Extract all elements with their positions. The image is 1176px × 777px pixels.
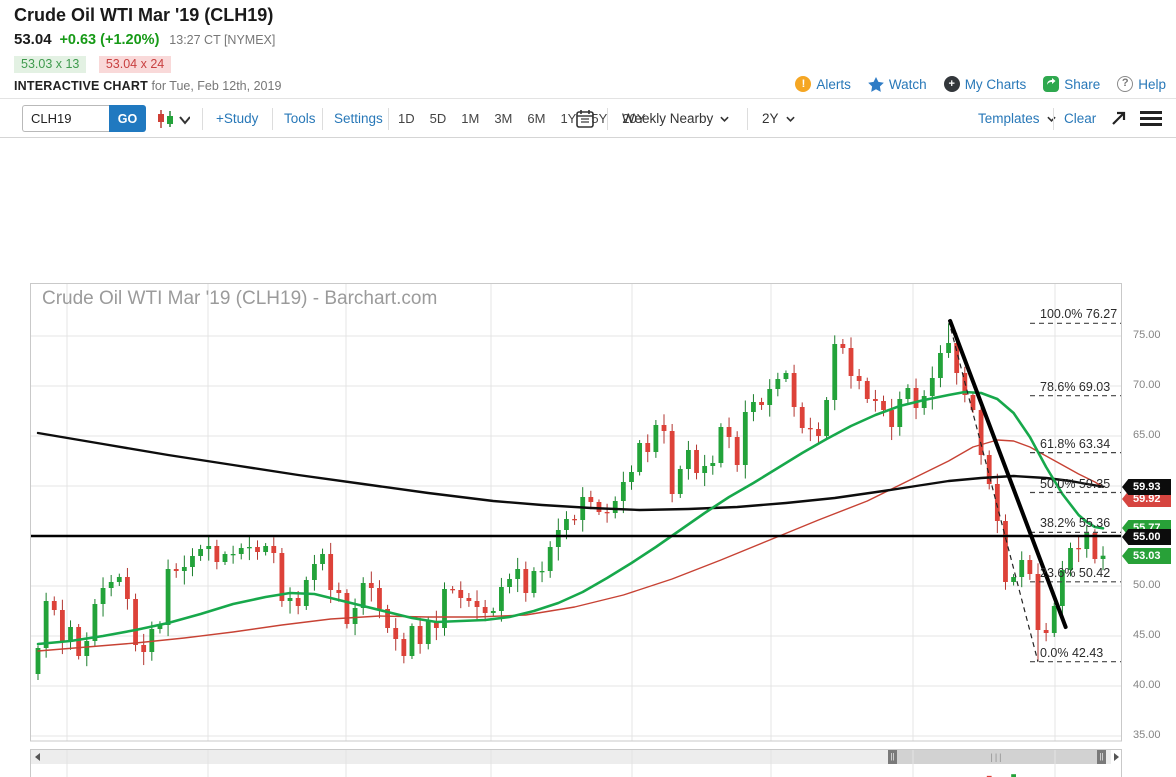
help-link[interactable]: ? Help xyxy=(1117,76,1166,92)
y-axis-label: 35.00 xyxy=(1133,729,1176,741)
timeframe-1y[interactable]: 1Y xyxy=(560,111,576,126)
add-study-link[interactable]: +Study xyxy=(216,111,258,126)
quote-time: 13:27 CT [NYMEX] xyxy=(169,33,275,47)
timeframe-6m[interactable]: 6M xyxy=(527,111,545,126)
y-axis-label: 40.00 xyxy=(1133,679,1176,691)
templates-dropdown[interactable]: Templates xyxy=(978,111,1056,126)
page-title: Crude Oil WTI Mar '19 (CLH19) xyxy=(14,5,273,26)
header-links: ! Alerts Watch + My Charts Share ? Help xyxy=(795,76,1166,92)
timeframe-1m[interactable]: 1M xyxy=(461,111,479,126)
price-badge: 55.00 xyxy=(1122,529,1171,545)
ask-quote: 53.04 x 24 xyxy=(99,56,171,73)
tools-link[interactable]: Tools xyxy=(284,111,316,126)
range-dropdown[interactable]: 2Y xyxy=(762,111,795,126)
expand-chart-button[interactable] xyxy=(1110,110,1127,132)
bid-quote: 53.03 x 13 xyxy=(14,56,86,73)
expand-icon xyxy=(1110,110,1127,127)
chevron-down-icon xyxy=(720,116,729,122)
star-icon xyxy=(868,77,884,92)
question-icon: ? xyxy=(1117,76,1133,92)
price-change: +0.63 (+1.20%) xyxy=(59,32,159,48)
timeframe-buttons: 1D 5D 1M 3M 6M 1Y 5Y 20Y xyxy=(398,111,645,126)
toolbar-divider xyxy=(388,108,389,130)
calendar-button[interactable] xyxy=(576,109,594,133)
price-badge: 55.77 xyxy=(1122,520,1171,536)
plus-circle-icon: + xyxy=(944,76,960,92)
settings-link[interactable]: Settings xyxy=(334,111,383,126)
price-badge: 59.93 xyxy=(1122,479,1171,495)
candlestick-type-icon xyxy=(156,109,190,129)
timeframe-3m[interactable]: 3M xyxy=(494,111,512,126)
y-axis-label: 45.00 xyxy=(1133,629,1176,641)
interactive-chart-label: INTERACTIVE CHART xyxy=(14,79,148,93)
chart-date: for Tue, Feb 12th, 2019 xyxy=(148,79,281,93)
toolbar-divider xyxy=(272,108,273,130)
timeframe-5d[interactable]: 5D xyxy=(430,111,447,126)
calendar-icon xyxy=(576,109,594,128)
timeframe-1d[interactable]: 1D xyxy=(398,111,415,126)
bid-ask-row: 53.03 x 13 53.04 x 24 xyxy=(14,55,179,73)
toolbar-divider xyxy=(322,108,323,130)
toolbar-divider xyxy=(1053,108,1054,130)
symbol-input[interactable] xyxy=(22,105,109,132)
quote-header: Crude Oil WTI Mar '19 (CLH19) 53.04 +0.6… xyxy=(0,0,1176,99)
barchart-interactive-chart-page: { "header": { "title": "Crude Oil WTI Ma… xyxy=(0,0,1176,777)
y-axis-label: 50.00 xyxy=(1133,579,1176,591)
clear-link[interactable]: Clear xyxy=(1064,111,1096,126)
alert-icon: ! xyxy=(795,76,811,92)
quote-line: 53.04 +0.63 (+1.20%) 13:27 CT [NYMEX] xyxy=(14,31,275,48)
toolbar-divider xyxy=(607,108,608,130)
y-axis-label: 75.00 xyxy=(1133,329,1176,341)
menu-button[interactable] xyxy=(1140,111,1162,131)
interactive-chart-area: Crude Oil WTI Mar '19 (CLH19) - Barchart… xyxy=(0,138,1176,777)
y-axis-label: 70.00 xyxy=(1133,379,1176,391)
price-badge: 53.03 xyxy=(1122,548,1171,564)
price-and-volume-chart[interactable] xyxy=(30,283,1122,777)
toolbar-divider xyxy=(202,108,203,130)
my-charts-link[interactable]: + My Charts xyxy=(944,76,1027,92)
chevron-down-icon xyxy=(786,116,795,122)
frequency-dropdown[interactable]: Weekly Nearby xyxy=(622,111,729,126)
chevron-down-icon xyxy=(1047,116,1056,122)
toolbar-divider xyxy=(747,108,748,130)
page-subtitle: INTERACTIVE CHART for Tue, Feb 12th, 201… xyxy=(14,79,281,93)
alerts-link[interactable]: ! Alerts xyxy=(795,76,851,92)
chart-toolbar: GO +Study Tools Settings 1D 5D 1M 3M 6M … xyxy=(0,100,1176,138)
chart-watermark: Crude Oil WTI Mar '19 (CLH19) - Barchart… xyxy=(42,288,437,310)
chart-type-dropdown[interactable] xyxy=(156,109,190,134)
y-axis-label: 65.00 xyxy=(1133,429,1176,441)
share-icon xyxy=(1043,76,1059,92)
price-badge: 59.92 xyxy=(1122,491,1171,507)
go-button[interactable]: GO xyxy=(109,105,146,132)
share-link[interactable]: Share xyxy=(1043,76,1100,92)
last-price: 53.04 xyxy=(14,31,52,48)
watch-link[interactable]: Watch xyxy=(868,77,927,92)
hamburger-icon xyxy=(1140,111,1162,126)
